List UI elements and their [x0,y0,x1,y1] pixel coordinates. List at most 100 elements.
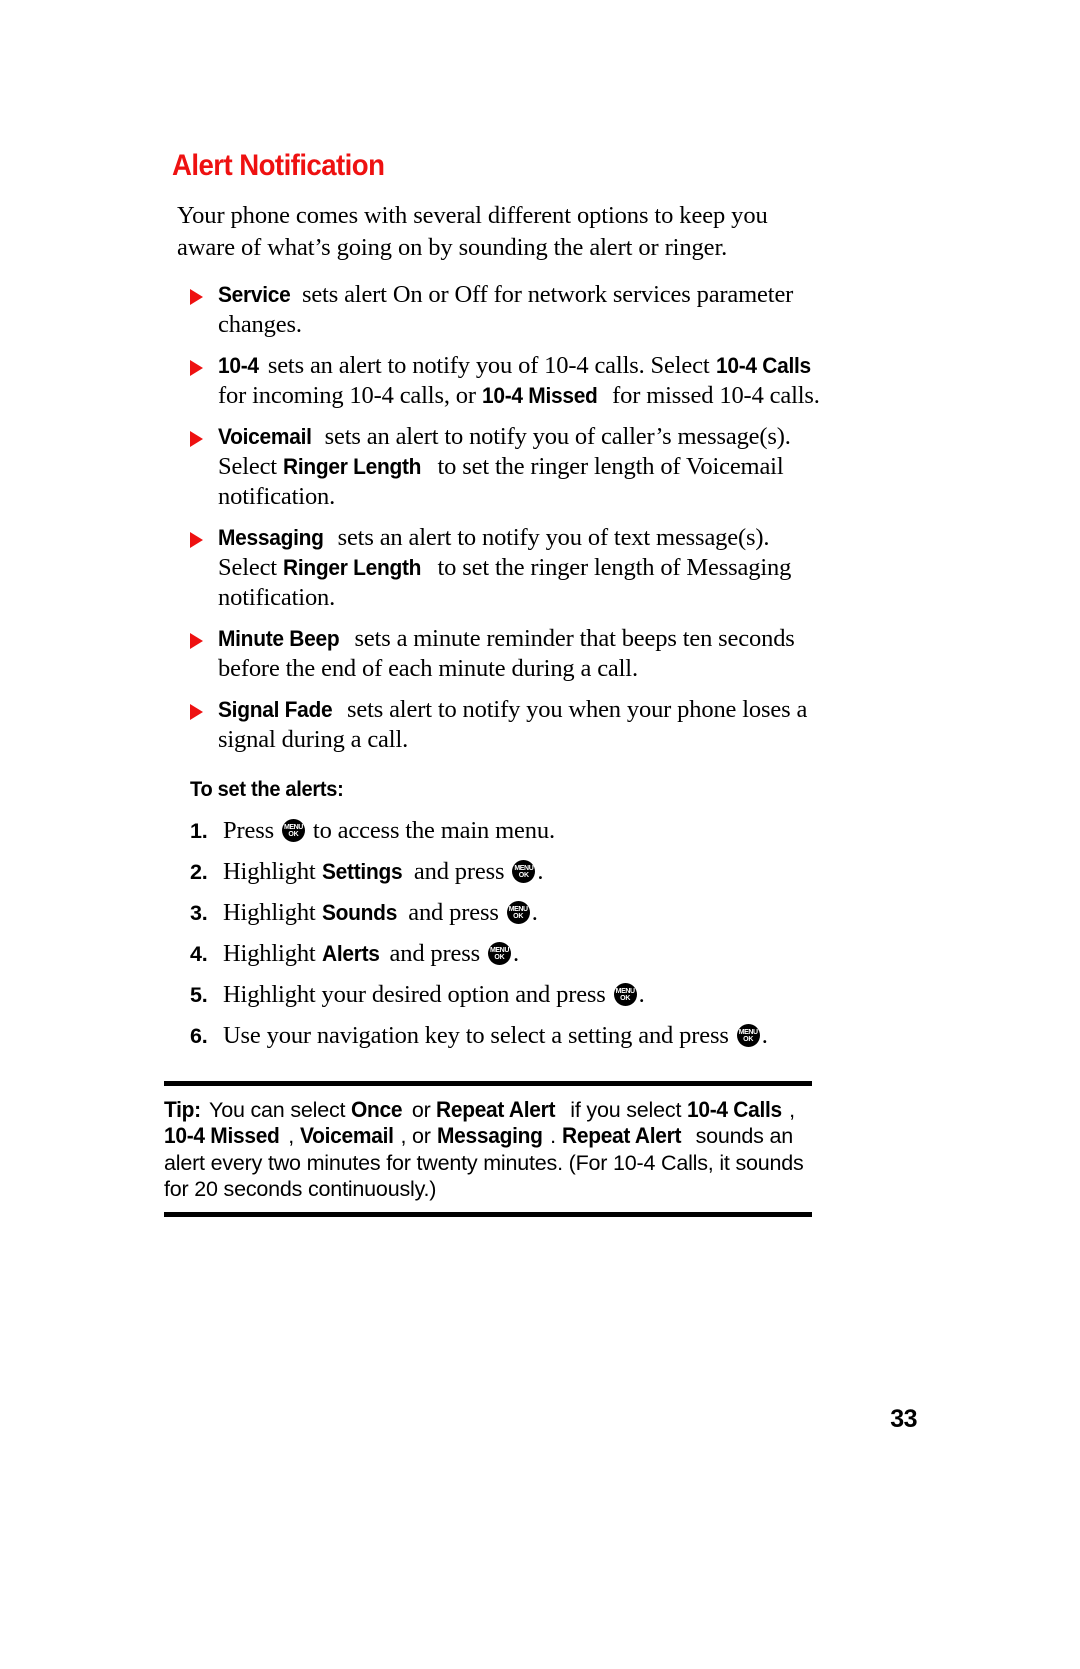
body-text: . [638,980,645,1008]
intro-paragraph: Your phone comes with several different … [177,201,768,261]
ui-term: Messaging [436,1123,543,1148]
menu-ok-key-line2: OK [513,913,524,920]
page-content: Alert Notification Your phone comes with… [163,150,823,1217]
procedure-step-item: 2. Highlight Settings and press MENU OK. [190,857,823,887]
menu-ok-key-line1: MENU [738,1028,758,1036]
menu-ok-key-icon: MENU OK [487,941,511,965]
triangle-right-icon [190,288,203,305]
page-number: 33 [890,1405,917,1433]
feature-bullet-item: Voicemail sets an alert to notify you of… [177,422,825,512]
step-number: 4. [190,941,208,966]
triangle-right-icon [190,632,203,649]
feature-bullet-item: 10-4 sets an alert to notify you of 10-4… [177,351,825,411]
body-text: if you select [564,1097,687,1122]
body-text: or [406,1097,437,1122]
procedure-step-item: 6. Use your navigation key to select a se… [190,1021,823,1051]
body-text: sets alert On or Off for network service… [218,280,794,338]
menu-ok-key-line2: OK [743,1036,754,1043]
body-text: Use your navigation key to select a sett… [223,1021,735,1049]
ui-term: Messaging [218,524,324,550]
procedure-step-item: 3. Highlight Sounds and press MENU OK. [190,898,823,928]
body-text: for missed 10-4 calls. [606,381,820,409]
ui-term: 10-4 [218,352,259,378]
ui-term: Voicemail [218,423,312,449]
body-text: . [512,939,519,967]
triangle-right-icon [190,531,203,548]
body-text: , [789,1097,795,1122]
body-text: Highlight your desired option and press [223,980,612,1008]
tip-box: Tip: You can select Once or Repeat Alert… [164,1080,812,1217]
ui-term: Ringer Length [282,554,422,580]
menu-ok-key-line2: OK [518,872,529,879]
menu-ok-key-icon: MENU OK [512,859,536,883]
body-text: and press [402,898,505,926]
menu-ok-key-line2: OK [620,995,631,1002]
ui-term: 10-4 Calls [715,352,811,378]
body-text: , [288,1124,300,1148]
ui-term: 10-4 Missed [481,382,598,408]
ui-term: Once [351,1096,403,1122]
menu-ok-key-line1: MENU [615,987,635,995]
feature-bullet-list: Service sets alert On or Off for network… [163,280,823,755]
body-text: for incoming 10-4 calls, or [218,381,482,409]
body-text: to access the main menu. [306,816,555,844]
ui-term: Repeat Alert [436,1096,556,1122]
step-number: 2. [190,859,208,884]
menu-ok-key-line2: OK [288,831,299,838]
body-text: , or [400,1124,437,1148]
procedure-step-list: 1. Press MENU OK to access the main menu. 2… [190,816,823,1051]
step-number: 1. [190,818,208,843]
ui-term: Sounds [321,899,397,925]
menu-ok-key-line2: OK [494,954,505,961]
ui-term: Signal Fade [218,696,333,722]
ui-term: Ringer Length [282,453,422,479]
step-number: 6. [190,1023,208,1048]
body-text: . [761,1021,768,1049]
procedure-step-item: 4. Highlight Alerts and press MENU OK. [190,939,823,969]
body-text: . [531,898,538,926]
step-number: 5. [190,982,208,1007]
menu-ok-key-line1: MENU [489,946,509,954]
body-text: . [550,1124,562,1148]
feature-bullet-item: Signal Fade sets alert to notify you whe… [177,695,825,755]
ui-term: Service [218,281,291,307]
body-text: Highlight [223,898,322,926]
feature-bullet-item: Messaging sets an alert to notify you of… [177,523,825,613]
step-number: 3. [190,900,208,925]
ui-term: Tip: [164,1096,201,1122]
procedure-step-item: 1. Press MENU OK to access the main menu. [190,816,823,846]
procedure-step-item: 5. Highlight your desired option and pres… [190,980,823,1010]
triangle-right-icon [190,703,203,720]
ui-term: Settings [321,858,403,884]
menu-ok-key-line1: MENU [514,864,534,872]
body-text: You can select [203,1097,352,1122]
ui-term: Voicemail [299,1123,394,1148]
body-text: sets an alert to notify you of 10-4 call… [261,351,716,379]
ui-term: Repeat Alert [561,1123,681,1148]
ui-term: Alerts [321,940,380,966]
tip-text: Tip: You can select Once or Repeat Alert… [164,1086,812,1207]
body-text: Highlight [223,857,322,885]
procedure-heading: To set the alerts: [190,776,344,801]
menu-ok-key-icon: MENU OK [506,900,530,924]
menu-ok-key-icon: MENU OK [281,818,305,842]
manual-page: Alert Notification Your phone comes with… [0,0,1080,1669]
menu-ok-key-line1: MENU [283,823,303,831]
triangle-right-icon [190,430,203,447]
menu-ok-key-icon: MENU OK [613,982,637,1006]
body-text: . [537,857,544,885]
body-text: Highlight [223,939,322,967]
body-text: and press [383,939,486,967]
menu-ok-key-line1: MENU [508,905,528,913]
triangle-right-icon [190,359,203,376]
feature-bullet-item: Service sets alert On or Off for network… [177,280,825,340]
feature-bullet-item: Minute Beep sets a minute reminder that … [177,624,825,684]
body-text: and press [407,857,511,885]
tip-rule-bottom [164,1211,812,1217]
ui-term: Minute Beep [218,625,340,651]
menu-ok-key-icon: MENU OK [736,1023,760,1047]
page-title: Alert Notification [172,149,385,182]
body-text: Press [223,816,280,844]
ui-term: 10-4 Calls [687,1096,782,1122]
ui-term: 10-4 Missed [164,1123,280,1148]
